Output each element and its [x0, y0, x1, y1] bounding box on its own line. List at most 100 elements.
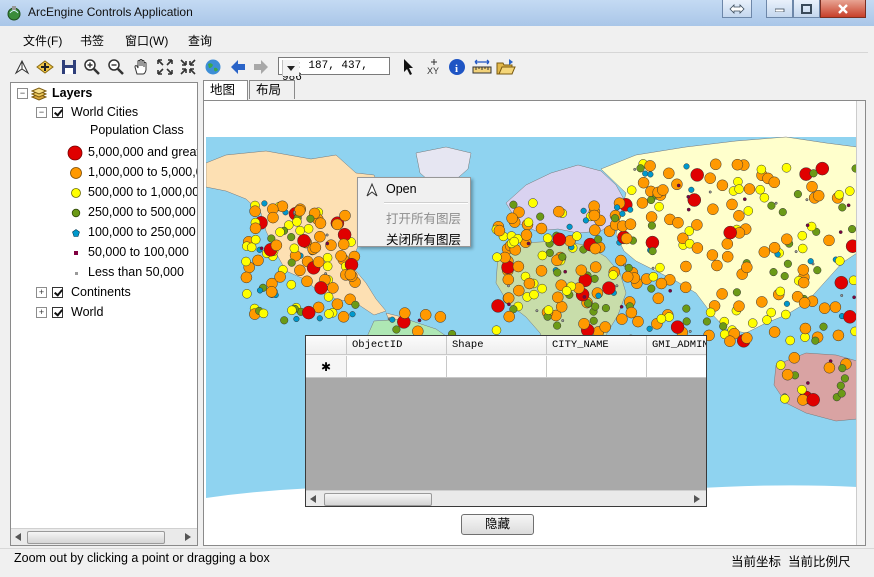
expand-icon[interactable]: + — [36, 287, 47, 298]
hide-button[interactable]: 隐藏 — [461, 514, 534, 535]
city-point — [799, 322, 812, 335]
expand-icon[interactable]: + — [36, 307, 47, 318]
scroll-thumb[interactable] — [27, 531, 165, 544]
context-menu: Open 打开所有图层 关闭所有图层 — [357, 177, 471, 247]
menu-bookmarks[interactable]: 书签 — [80, 32, 104, 49]
column-header-city-name[interactable]: CITY_NAME — [547, 336, 647, 355]
toc-root[interactable]: − Layers — [11, 84, 197, 104]
svg-text:XY: XY — [427, 66, 439, 76]
menu-file[interactable]: 文件(F) — [23, 32, 62, 49]
xy-icon[interactable]: XY — [424, 57, 444, 77]
column-header-gmi-admin[interactable]: GMI_ADMIN — [647, 336, 706, 355]
legend-label: 50,000 to 100,000 — [88, 245, 189, 259]
city-point — [741, 332, 753, 344]
chevron-down-icon[interactable] — [282, 60, 299, 76]
city-point — [314, 217, 327, 229]
city-point — [743, 206, 754, 216]
full-extent-icon[interactable] — [155, 57, 175, 77]
column-header-objectid[interactable]: ObjectID — [347, 336, 447, 355]
collapse-icon[interactable]: − — [17, 88, 28, 99]
toc-layer-world[interactable]: + World — [11, 303, 197, 323]
context-menu-open-all-layers[interactable]: 打开所有图层 — [386, 208, 461, 227]
city-point — [656, 314, 667, 324]
close-button[interactable] — [820, 0, 866, 18]
scale-combobox[interactable]: 1 : 187, 437, 986 — [278, 57, 390, 84]
back-icon[interactable] — [228, 57, 248, 77]
toc-layer-continents[interactable]: + Continents — [11, 283, 197, 303]
city-point — [705, 307, 716, 318]
city-point — [503, 310, 515, 323]
city-point — [762, 315, 772, 325]
table-cell[interactable] — [547, 356, 647, 378]
city-point — [619, 210, 626, 217]
collapse-icon[interactable]: − — [36, 107, 47, 118]
legend-label: 500,000 to 1,000,000 — [88, 185, 198, 199]
city-point — [805, 223, 810, 228]
table-row[interactable]: ✱ — [306, 356, 706, 378]
city-point — [322, 261, 333, 272]
attribute-table[interactable]: ObjectID Shape CITY_NAME GMI_ADMIN ✱ — [305, 335, 707, 507]
maximize-button[interactable] — [793, 0, 820, 18]
scroll-thumb[interactable] — [324, 493, 432, 506]
city-point — [644, 160, 656, 172]
table-cell[interactable] — [647, 356, 706, 378]
column-header-shape[interactable]: Shape — [447, 336, 547, 355]
select-icon[interactable] — [399, 57, 419, 77]
navigate-icon[interactable] — [12, 57, 32, 77]
zoom-in-icon[interactable] — [82, 57, 102, 77]
zoom-out-icon[interactable] — [106, 57, 126, 77]
map-vertical-scrollbar[interactable] — [856, 101, 865, 545]
open-folder-icon[interactable] — [496, 57, 516, 77]
city-point — [688, 186, 695, 193]
city-point — [632, 315, 644, 328]
minimize-button[interactable] — [766, 0, 793, 18]
city-point — [507, 284, 510, 288]
city-point — [491, 325, 502, 335]
context-menu-close-all-layers[interactable]: 关闭所有图层 — [386, 229, 461, 248]
forward-icon[interactable] — [251, 57, 271, 77]
city-point — [723, 225, 737, 240]
city-point — [292, 217, 302, 227]
toc-layer-world-cities[interactable]: − World Cities — [11, 103, 197, 123]
save-icon[interactable] — [59, 57, 79, 77]
layer-checkbox[interactable] — [52, 287, 63, 298]
add-data-icon[interactable] — [35, 57, 55, 77]
pan-icon[interactable] — [131, 57, 151, 77]
city-point — [314, 230, 326, 243]
city-point — [293, 315, 300, 323]
city-point — [578, 318, 590, 330]
city-point — [399, 307, 411, 319]
restore-down-button[interactable] — [722, 0, 752, 18]
city-point — [775, 360, 786, 370]
city-point — [663, 167, 675, 180]
city-point — [708, 190, 712, 194]
city-point — [676, 183, 681, 188]
identify-icon[interactable]: i — [447, 57, 467, 77]
city-point — [716, 288, 728, 300]
fixed-zoom-out-icon[interactable] — [178, 57, 198, 77]
city-point — [535, 309, 539, 313]
tab-layout[interactable]: 布局 — [249, 80, 295, 99]
city-point — [657, 184, 669, 196]
menu-query[interactable]: 查询 — [188, 32, 212, 49]
tab-map[interactable]: 地图 — [203, 80, 248, 100]
context-menu-open[interactable]: Open — [386, 182, 417, 196]
city-point — [526, 241, 531, 246]
globe-icon[interactable] — [203, 57, 223, 77]
city-point — [624, 218, 637, 230]
table-horizontal-scrollbar[interactable] — [306, 490, 706, 506]
menu-window[interactable]: 窗口(W) — [125, 32, 168, 49]
city-point — [512, 260, 525, 273]
title-bar[interactable]: ArcEngine Controls Application — [0, 0, 874, 26]
toc-horizontal-scrollbar[interactable] — [11, 528, 197, 545]
layer-checkbox[interactable] — [52, 107, 63, 118]
city-point — [306, 214, 315, 223]
city-point — [797, 243, 808, 254]
measure-icon[interactable] — [472, 57, 492, 77]
layer-checkbox[interactable] — [52, 307, 63, 318]
city-point — [537, 250, 548, 261]
table-cell[interactable] — [447, 356, 547, 378]
city-point — [601, 304, 610, 313]
table-cell[interactable] — [347, 356, 447, 378]
city-point — [608, 270, 618, 280]
